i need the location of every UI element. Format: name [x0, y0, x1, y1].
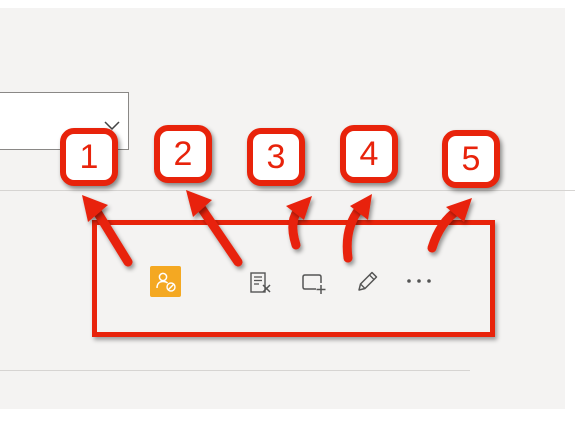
arrowhead-1: [82, 195, 108, 222]
edit-icon[interactable]: [353, 268, 381, 296]
callout-label: 4: [359, 135, 379, 173]
callout-label: 2: [173, 135, 193, 173]
divider: [0, 190, 575, 191]
clear-history-icon[interactable]: [247, 270, 275, 296]
bottom-edge: [0, 409, 575, 421]
callout-label: 3: [266, 138, 286, 176]
arrowhead-5: [446, 198, 472, 222]
callout-badge-2: 2: [154, 125, 212, 183]
callout-badge-3: 3: [247, 128, 305, 186]
arrowhead-4: [350, 194, 372, 220]
annotation-arrows: [82, 190, 472, 267]
new-window-icon[interactable]: [300, 270, 328, 296]
callout-badge-5: 5: [442, 130, 500, 188]
presence-blocked-icon[interactable]: [150, 266, 181, 297]
arrowhead-3: [286, 196, 312, 220]
chevron-down-icon[interactable]: [104, 118, 120, 131]
callout-label: 1: [79, 138, 99, 176]
right-edge: [565, 0, 575, 421]
app-background: 1 2 3 4 5: [0, 0, 575, 421]
top-edge: [0, 0, 575, 8]
more-options-icon[interactable]: [404, 270, 434, 292]
arrowhead-2: [186, 190, 212, 217]
callout-badge-1: 1: [60, 128, 118, 186]
divider: [0, 370, 470, 371]
callout-label: 5: [461, 140, 481, 178]
callout-badge-4: 4: [340, 125, 398, 183]
